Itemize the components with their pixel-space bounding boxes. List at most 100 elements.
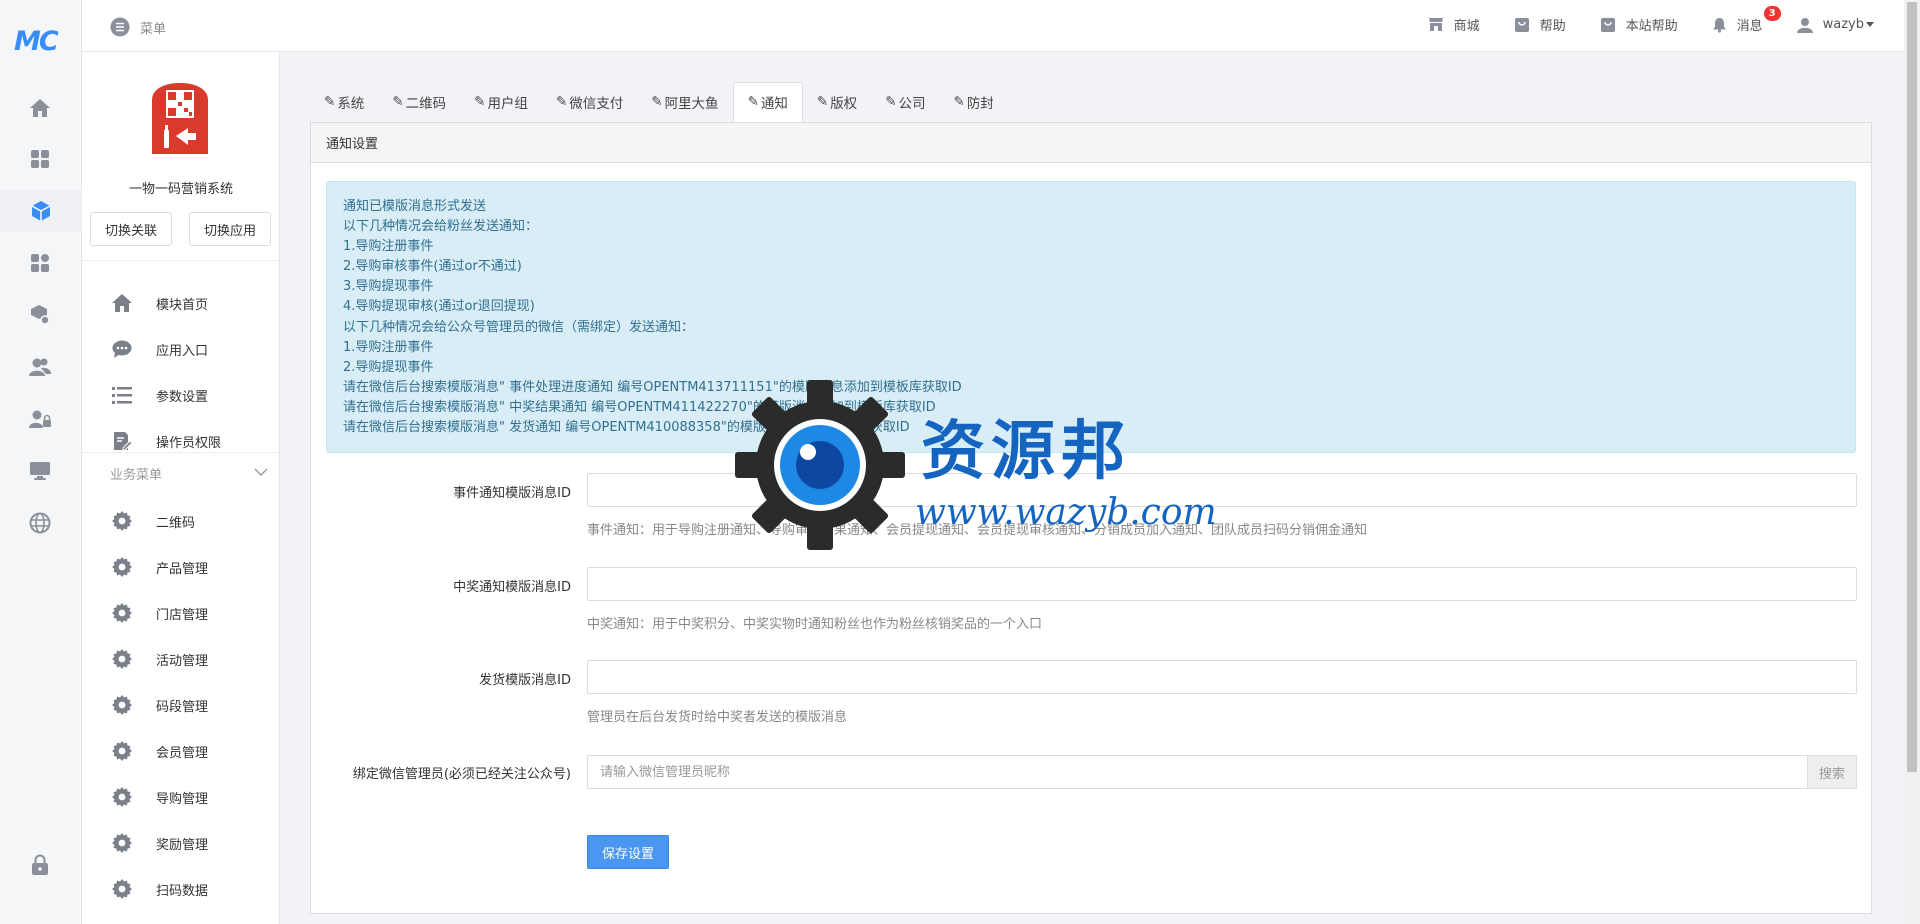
tab-copyright[interactable]: ✎ 版权 — [803, 82, 871, 122]
user-menu[interactable]: wazyb — [1796, 17, 1874, 33]
module-cube-icon[interactable] — [0, 190, 82, 232]
notice-line: 3.导购提现事件 — [343, 279, 434, 295]
sidebar-item-guides[interactable]: 导购管理 — [82, 777, 279, 817]
tab-label: 系统 — [337, 96, 365, 112]
tab-notify[interactable]: ✎ 通知 — [732, 82, 803, 122]
sidebar-item-app-entry[interactable]: 应用入口 — [82, 329, 279, 369]
save-settings-button[interactable]: 保存设置 — [587, 835, 670, 869]
list-icon — [110, 383, 134, 407]
sidebar-item-qrcode[interactable]: 二维码 — [82, 501, 279, 541]
notice-line: 请在微信后台搜索模版消息" 事件处理进度通知 编号OPENTM413711151… — [343, 379, 962, 395]
edit-icon: ✎ — [555, 94, 568, 110]
messages-link[interactable]: 消息 3 — [1712, 6, 1781, 34]
tab-label: 用户组 — [487, 96, 528, 112]
tab-wechat-pay[interactable]: ✎ 微信支付 — [542, 82, 637, 122]
notice-line: 通知已模版消息形式发送 — [343, 199, 487, 214]
search-button[interactable]: 搜索 — [1807, 755, 1857, 789]
help-link-label: 帮助 — [1539, 19, 1566, 34]
menu-list-icon — [110, 17, 130, 37]
sidebar-item-label: 二维码 — [156, 515, 196, 531]
sidebar-item-label: 应用入口 — [156, 343, 209, 359]
store-link[interactable]: 商城 — [1428, 15, 1480, 34]
edit-icon: ✎ — [885, 94, 897, 110]
prize-template-label: 中奖通知模版消息ID — [453, 580, 571, 595]
box-settings-icon[interactable] — [27, 302, 53, 328]
switch-association-button[interactable]: 切换关联 — [90, 212, 172, 246]
switch-app-button[interactable]: 切换应用 — [189, 212, 271, 246]
notice-line: 2.导购审核事件(通过or不通过) — [343, 259, 522, 275]
sidebar-item-operator-permissions[interactable]: 操作员权限 — [82, 421, 279, 461]
brand-logo[interactable]: MC — [14, 26, 68, 58]
tab-company[interactable]: ✎ 公司 — [871, 82, 939, 122]
sidebar-item-stores[interactable]: 门店管理 — [82, 593, 279, 633]
tab-anti-block[interactable]: ✎ 防封 — [940, 82, 1008, 122]
gear-icon — [110, 647, 134, 671]
sidebar-item-label: 模块首页 — [156, 297, 209, 313]
sidebar-item-products[interactable]: 产品管理 — [82, 547, 279, 587]
gear-icon — [110, 831, 134, 855]
admin-nickname-input[interactable] — [587, 755, 1807, 789]
home-icon — [110, 291, 134, 315]
store-icon — [1428, 18, 1443, 31]
user-icon — [1796, 17, 1813, 33]
gear-icon — [110, 877, 134, 901]
event-template-input[interactable] — [587, 473, 1857, 507]
ship-template-label: 发货模版消息ID — [479, 673, 571, 688]
sidebar-item-code-segments[interactable]: 码段管理 — [82, 685, 279, 725]
sidebar-item-label: 门店管理 — [156, 607, 209, 623]
home-rail-icon[interactable] — [27, 95, 53, 121]
sidebar-item-activities[interactable]: 活动管理 — [82, 639, 279, 679]
apps-grid-icon[interactable] — [27, 146, 53, 172]
sidebar-item-scan-data[interactable]: 扫码数据 — [82, 869, 279, 909]
site-help-icon — [1600, 17, 1615, 32]
settings-tabs: ✎ 系统 ✎ 二维码 ✎ 用户组 ✎ 微信支付 ✎ 阿里大鱼 ✎ 通知 ✎ 版权 ✎ 公司 ✎ 防… — [310, 82, 1008, 122]
tab-user-group[interactable]: ✎ 用户组 — [460, 82, 542, 122]
user-lock-icon[interactable] — [27, 406, 53, 432]
globe-icon[interactable] — [27, 510, 53, 536]
tab-qrcode[interactable]: ✎ 二维码 — [378, 82, 460, 122]
sidebar-item-label: 导购管理 — [156, 791, 209, 807]
notice-line: 以下几种情况会给公众号管理员的微信（需绑定）发送通知： — [343, 319, 695, 335]
ship-template-input[interactable] — [587, 660, 1857, 694]
sidebar-item-label: 参数设置 — [156, 389, 209, 405]
edit-icon: ✎ — [392, 94, 404, 110]
gear-icon — [110, 601, 134, 625]
notice-line: 请在微信后台搜索模版消息" 中奖结果通知 编号OPENTM411422270"的… — [343, 399, 936, 415]
menu-toggle[interactable]: 菜单 — [110, 17, 166, 37]
app-logo — [148, 82, 212, 158]
tab-label: 二维码 — [405, 96, 447, 112]
sidebar-item-label: 活动管理 — [156, 653, 209, 669]
tab-label: 公司 — [898, 96, 926, 112]
sidebar-item-label: 产品管理 — [156, 561, 209, 577]
gear-icon — [110, 509, 134, 533]
sidebar-item-rewards[interactable]: 奖励管理 — [82, 823, 279, 863]
lock-icon[interactable] — [27, 852, 53, 878]
sidebar-divider — [82, 260, 279, 261]
tab-alidayu[interactable]: ✎ 阿里大鱼 — [637, 82, 732, 122]
edit-doc-icon — [110, 429, 134, 453]
notice-line: 1.导购注册事件 — [343, 239, 434, 255]
tab-system[interactable]: ✎ 系统 — [310, 82, 378, 122]
notice-line: 1.导购注册事件 — [343, 339, 434, 355]
prize-template-input[interactable] — [587, 567, 1857, 601]
users-icon[interactable] — [27, 354, 53, 380]
page-scrollbar-thumb[interactable] — [1907, 2, 1917, 772]
sidebar-item-module-home[interactable]: 模块首页 — [82, 283, 279, 323]
site-help-link[interactable]: 本站帮助 — [1600, 15, 1678, 34]
plugins-icon[interactable] — [27, 250, 53, 276]
monitor-icon[interactable] — [27, 458, 53, 484]
bind-admin-group: 搜索 — [587, 755, 1857, 789]
prize-template-help: 中奖通知：用于中奖积分、中奖实物时通知粉丝也作为粉丝核销奖品的一个入口 — [587, 617, 1043, 632]
notice-line: 2.导购提现事件 — [343, 359, 434, 375]
sidebar-item-params[interactable]: 参数设置 — [82, 375, 279, 415]
sidebar-item-label: 扫码数据 — [156, 883, 209, 899]
notice-line: 以下几种情况会给粉丝发送通知： — [343, 219, 539, 235]
event-template-label: 事件通知模版消息ID — [453, 486, 571, 501]
gear-icon — [110, 555, 134, 579]
event-template-help: 事件通知：用于导购注册通知、导购审核结果通知、会员提现通知、会员提现审核通知、分… — [587, 523, 1368, 538]
chevron-down-icon[interactable] — [254, 464, 268, 480]
sidebar-item-label: 码段管理 — [156, 699, 209, 715]
site-help-label: 本站帮助 — [1625, 19, 1678, 34]
sidebar-item-members[interactable]: 会员管理 — [82, 731, 279, 771]
help-link[interactable]: 帮助 — [1514, 15, 1566, 34]
